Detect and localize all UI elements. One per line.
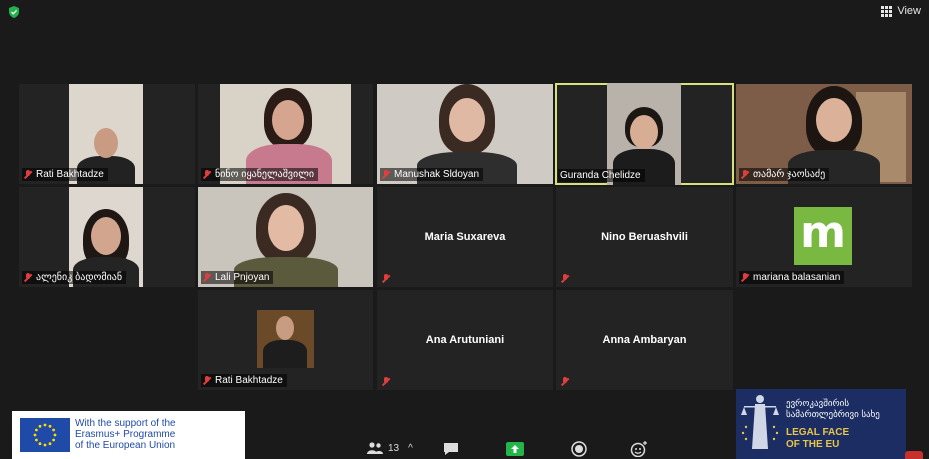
participant-nameplate: [559, 376, 573, 387]
chevron-up-icon[interactable]: ^: [408, 443, 413, 454]
end-meeting-button[interactable]: [905, 451, 923, 459]
muted-mic-icon: [24, 170, 32, 179]
participant-nameplate: ნინო იყანელაშვილი: [201, 168, 319, 181]
participants-count: 13: [388, 442, 400, 454]
participant-nameplate: [380, 376, 394, 387]
meeting-toolbar: 13 ^: [0, 438, 929, 459]
participant-name: Anna Ambaryan: [602, 334, 687, 346]
top-bar: View: [0, 0, 929, 24]
participant-tile[interactable]: Maria Suxareva: [377, 187, 553, 287]
security-shield-icon[interactable]: [8, 6, 20, 18]
reactions-icon[interactable]: [630, 441, 648, 457]
active-speaker-tile[interactable]: Guranda Chelidze: [555, 83, 734, 185]
record-icon[interactable]: [571, 441, 587, 457]
participants-icon: [367, 442, 383, 454]
muted-mic-icon: [382, 377, 390, 386]
avatar: m: [794, 207, 852, 265]
muted-mic-icon: [382, 274, 390, 283]
participant-tile[interactable]: ნინო იყანელაშვილი: [198, 84, 373, 184]
participant-nameplate: mariana balasanian: [739, 271, 845, 284]
participant-nameplate: ალენიკ ბადომიან: [22, 271, 127, 284]
muted-mic-icon: [741, 170, 749, 179]
participant-tile[interactable]: Anna Ambaryan: [556, 290, 733, 390]
participant-name: Nino Beruashvili: [601, 231, 688, 243]
participant-tile[interactable]: Manushak Sldoyan: [377, 84, 553, 184]
participant-tile[interactable]: Rati Bakhtadze: [198, 290, 373, 390]
legal-face-georgian-text: ევროკავშირის სამართლებრივი სახე: [786, 398, 880, 419]
participant-nameplate: თამარ ჯაოსაძე: [739, 168, 830, 181]
participant-nameplate: [559, 273, 573, 284]
muted-mic-icon: [741, 273, 749, 282]
participant-tile[interactable]: თამარ ჯაოსაძე: [736, 84, 912, 184]
view-button[interactable]: View: [881, 5, 921, 17]
muted-mic-icon: [561, 274, 569, 283]
grid-view-icon: [881, 5, 893, 17]
share-screen-icon[interactable]: [506, 442, 524, 456]
participant-name: Maria Suxareva: [424, 231, 506, 243]
participant-nameplate: Manushak Sldoyan: [380, 168, 484, 181]
participant-tile[interactable]: ალენიკ ბადომიან: [19, 187, 195, 287]
muted-mic-icon: [203, 376, 211, 385]
video-feed: [257, 310, 314, 368]
muted-mic-icon: [24, 273, 32, 282]
chat-icon[interactable]: [443, 442, 459, 456]
participant-nameplate: [380, 273, 394, 284]
participant-tile[interactable]: Nino Beruashvili: [556, 187, 733, 287]
participant-nameplate: Rati Bakhtadze: [201, 374, 287, 387]
muted-mic-icon: [203, 273, 211, 282]
muted-mic-icon: [561, 377, 569, 386]
participant-tile[interactable]: Lali Pnjoyan: [198, 187, 373, 287]
participant-tile[interactable]: Ana Arutuniani: [377, 290, 553, 390]
participants-button[interactable]: 13 ^: [366, 442, 413, 454]
participant-nameplate: Rati Bakhtadze: [22, 168, 108, 181]
participant-nameplate: Guranda Chelidze: [558, 169, 645, 182]
muted-mic-icon: [203, 170, 211, 179]
muted-mic-icon: [382, 170, 390, 179]
participant-nameplate: Lali Pnjoyan: [201, 271, 274, 284]
participant-tile[interactable]: m mariana balasanian: [736, 187, 912, 287]
participant-name: Ana Arutuniani: [425, 334, 505, 346]
participant-tile[interactable]: Rati Bakhtadze: [19, 84, 195, 184]
view-label: View: [897, 5, 921, 17]
